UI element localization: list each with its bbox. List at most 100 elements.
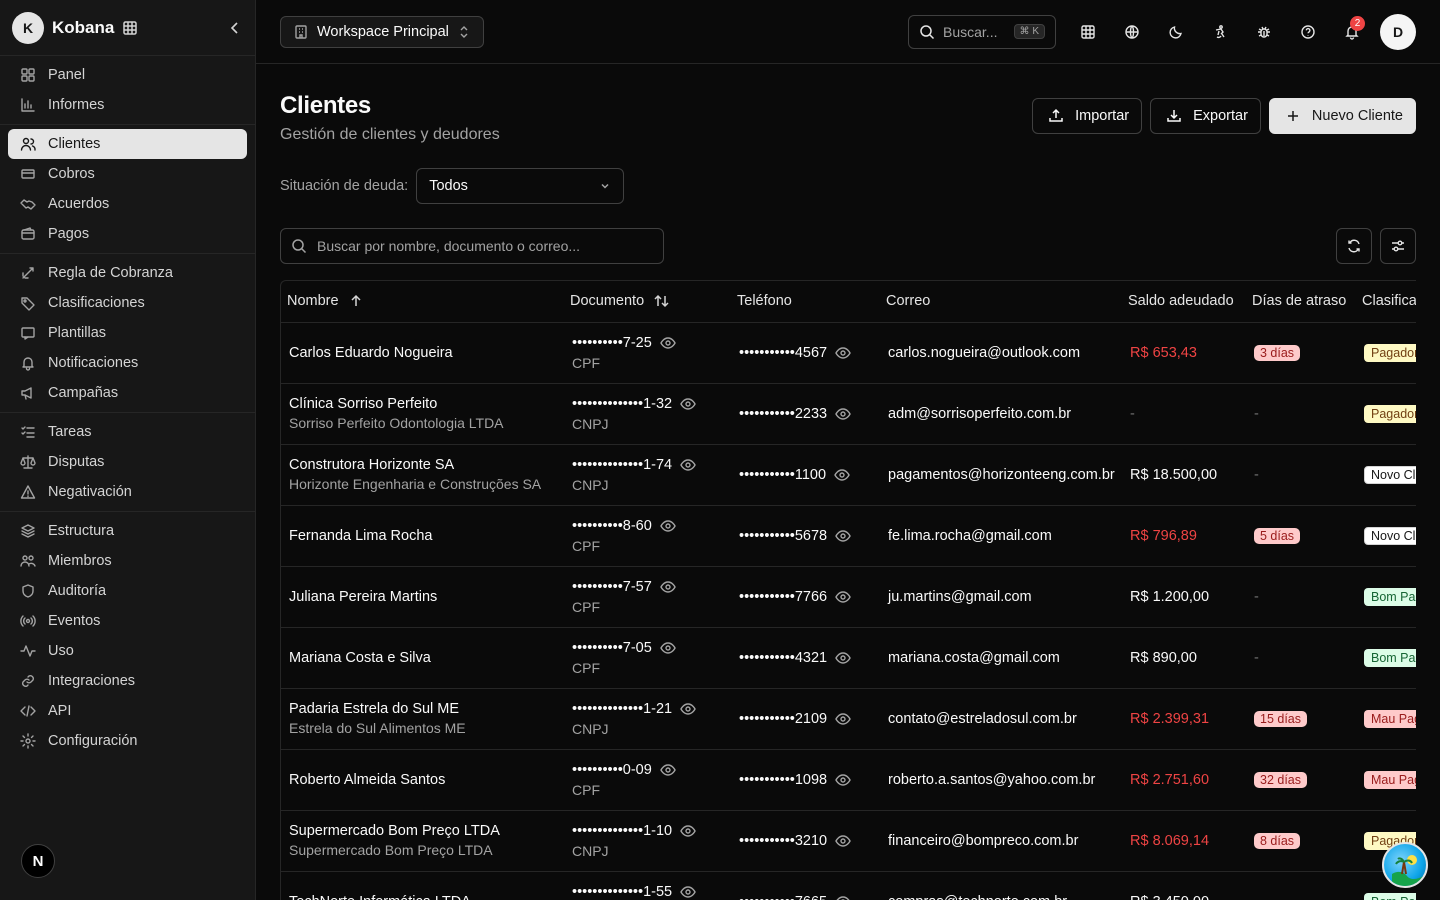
notifications-bell-icon[interactable]: 2 <box>1330 10 1374 54</box>
table-view-icon[interactable] <box>1066 10 1110 54</box>
clients-table-body: Carlos Eduardo Nogueira ••••••••••7-25 C… <box>281 322 1416 900</box>
new-client-button[interactable]: Nuevo Cliente <box>1268 98 1416 134</box>
sidebar-item-negativacion[interactable]: Negativación <box>8 477 247 507</box>
client-search-field[interactable] <box>280 228 664 264</box>
help-icon[interactable] <box>1286 10 1330 54</box>
table-row[interactable]: Padaria Estrela do Sul ME Estrela do Sul… <box>281 688 1416 750</box>
import-button[interactable]: Importar <box>1032 98 1143 134</box>
sidebar-item-acuerdos[interactable]: Acuerdos <box>8 189 247 219</box>
sidebar-item-estructura[interactable]: Estructura <box>8 516 247 546</box>
sidebar-item-campanas[interactable]: Campañas <box>8 378 247 408</box>
eye-icon[interactable] <box>660 335 676 351</box>
sidebar-item-auditoria[interactable]: Auditoría <box>8 576 247 606</box>
sidebar-item-pagos[interactable]: Pagos <box>8 219 247 249</box>
assistant-globe-button[interactable] <box>1382 842 1428 888</box>
cell-email: pagamentos@horizonteeng.com.br <box>880 444 1122 506</box>
eye-icon[interactable] <box>835 406 851 422</box>
client-name: Juliana Pereira Martins <box>289 588 438 605</box>
sidebar-group: Panel Informes <box>0 56 255 125</box>
user-avatar[interactable]: D <box>1380 13 1416 50</box>
sidebar-item-tareas[interactable]: Tareas <box>8 417 247 447</box>
sidebar-item-uso[interactable]: Uso <box>8 636 247 666</box>
masked-phone: •••••••••••7665 <box>739 894 827 900</box>
eye-icon[interactable] <box>680 823 696 839</box>
cell-document: ••••••••••••••1-74 CNPJ <box>564 444 731 506</box>
sidebar-item-api[interactable]: API <box>8 696 247 726</box>
cell-document: ••••••••••7-57 CPF <box>564 566 731 628</box>
table-row[interactable]: Supermercado Bom Preço LTDA Supermercado… <box>281 810 1416 872</box>
sort-toggle-icon[interactable] <box>654 294 670 308</box>
sidebar-item-eventos[interactable]: Eventos <box>8 606 247 636</box>
table-row[interactable]: Fernanda Lima Rocha ••••••••••8-60 CPF •… <box>281 505 1416 567</box>
client-legal-name: Estrela do Sul Alimentos ME <box>289 720 466 736</box>
cell-email: ju.martins@gmail.com <box>880 566 1122 628</box>
columns-settings-button[interactable] <box>1380 228 1416 264</box>
warning-icon <box>20 484 36 500</box>
global-search[interactable]: Buscar... ⌘ K <box>908 14 1056 49</box>
sidebar-item-panel[interactable]: Panel <box>8 60 247 90</box>
eye-icon[interactable] <box>680 701 696 717</box>
sidebar-item-regla-de-cobranza[interactable]: Regla de Cobranza <box>8 258 247 288</box>
masked-document: ••••••••••••••1-32 <box>572 395 673 412</box>
table-row[interactable]: Carlos Eduardo Nogueira ••••••••••7-25 C… <box>281 322 1416 384</box>
col-header-name[interactable]: Nombre <box>281 281 564 323</box>
sidebar-item-clientes[interactable]: Clientes <box>8 129 247 159</box>
cell-owed: R$ 3.450,00 <box>1122 871 1246 900</box>
table-row[interactable]: Juliana Pereira Martins ••••••••••7-57 C… <box>281 566 1416 628</box>
app-grid-icon[interactable] <box>122 20 138 36</box>
eye-icon[interactable] <box>835 772 851 788</box>
eye-icon[interactable] <box>835 833 851 849</box>
col-header-document[interactable]: Documento <box>564 281 731 323</box>
table-row[interactable]: Construtora Horizonte SA Horizonte Engen… <box>281 444 1416 506</box>
table-row[interactable]: Roberto Almeida Santos ••••••••••0-09 CP… <box>281 749 1416 811</box>
sidebar-item-integraciones[interactable]: Integraciones <box>8 666 247 696</box>
globe-icon[interactable] <box>1110 10 1154 54</box>
eye-icon[interactable] <box>835 345 851 361</box>
eye-icon[interactable] <box>680 396 696 412</box>
accessibility-icon[interactable] <box>1198 10 1242 54</box>
cell-document: ••••••••••••••1-10 CNPJ <box>564 810 731 872</box>
cell-classification: Mau Pag <box>1356 749 1416 811</box>
debt-status-select[interactable]: Todos <box>416 168 625 204</box>
moon-icon[interactable] <box>1154 10 1198 54</box>
eye-icon[interactable] <box>660 640 676 656</box>
sidebar-item-disputas[interactable]: Disputas <box>8 447 247 477</box>
eye-icon[interactable] <box>660 579 676 595</box>
eye-icon[interactable] <box>834 467 850 483</box>
eye-icon[interactable] <box>835 650 851 666</box>
eye-icon[interactable] <box>835 589 851 605</box>
sidebar-item-miembros[interactable]: Miembros <box>8 546 247 576</box>
sidebar-item-label: Clasificaciones <box>48 295 145 311</box>
cell-document: ••••••••••••••1-21 CNPJ <box>564 688 731 750</box>
sort-ascending-icon[interactable] <box>349 294 363 308</box>
table-row[interactable]: Clínica Sorriso Perfeito Sorriso Perfeit… <box>281 383 1416 445</box>
eye-icon[interactable] <box>660 762 676 778</box>
workspace-switcher[interactable]: Workspace Principal <box>280 15 484 48</box>
table-row[interactable]: Mariana Costa e Silva ••••••••••7-05 CPF… <box>281 627 1416 689</box>
client-name: Carlos Eduardo Nogueira <box>289 344 453 361</box>
eye-icon[interactable] <box>835 711 851 727</box>
refresh-button[interactable] <box>1336 228 1372 264</box>
collapse-sidebar-icon[interactable] <box>227 20 243 36</box>
footer-badge[interactable]: N <box>21 844 55 878</box>
table-row[interactable]: TechNorte Informática LTDA •••••••••••••… <box>281 871 1416 900</box>
sidebar-item-clasificaciones[interactable]: Clasificaciones <box>8 288 247 318</box>
cell-phone: •••••••••••1098 <box>731 749 880 811</box>
clients-table: Nombre Documento Teléfono Correo Saldo a… <box>281 281 1416 900</box>
client-search-input[interactable] <box>317 238 647 254</box>
eye-icon[interactable] <box>835 894 851 900</box>
cell-owed: R$ 653,43 <box>1122 322 1246 384</box>
eye-icon[interactable] <box>680 457 696 473</box>
sidebar-item-notificaciones[interactable]: Notificaciones <box>8 348 247 378</box>
cell-phone: •••••••••••2109 <box>731 688 880 750</box>
sidebar-item-plantillas[interactable]: Plantillas <box>8 318 247 348</box>
bug-icon[interactable] <box>1242 10 1286 54</box>
sidebar-item-cobros[interactable]: Cobros <box>8 159 247 189</box>
eye-icon[interactable] <box>680 884 696 900</box>
export-button[interactable]: Exportar <box>1150 98 1261 134</box>
sidebar-item-label: Miembros <box>48 553 112 569</box>
sidebar-item-informes[interactable]: Informes <box>8 90 247 120</box>
eye-icon[interactable] <box>660 518 676 534</box>
sidebar-item-configuracion[interactable]: Configuración <box>8 726 247 756</box>
eye-icon[interactable] <box>835 528 851 544</box>
